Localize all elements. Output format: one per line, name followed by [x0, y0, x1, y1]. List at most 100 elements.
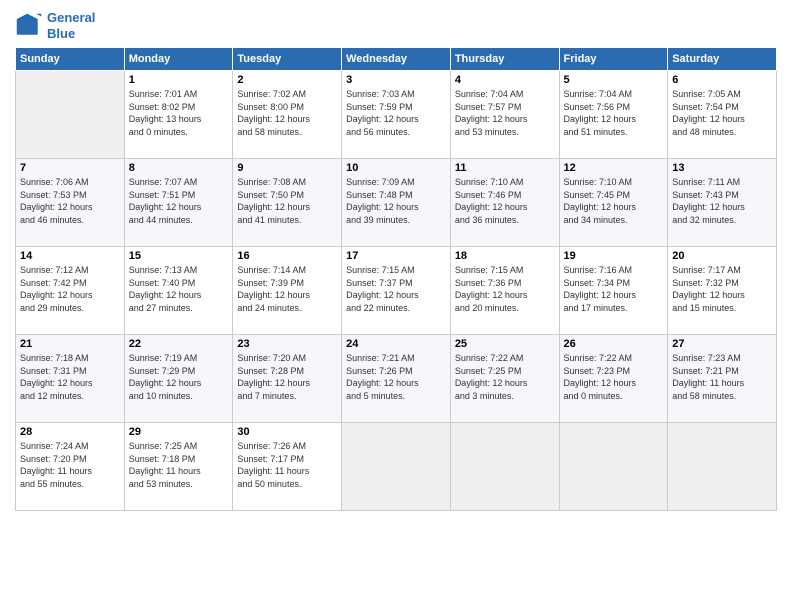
- day-info: Sunrise: 7:04 AM Sunset: 7:57 PM Dayligh…: [455, 88, 555, 138]
- day-cell: [559, 423, 668, 511]
- day-info: Sunrise: 7:13 AM Sunset: 7:40 PM Dayligh…: [129, 264, 229, 314]
- day-number: 4: [455, 74, 555, 86]
- day-cell: 30 Sunrise: 7:26 AM Sunset: 7:17 PM Dayli…: [233, 423, 342, 511]
- day-cell: 16Sunrise: 7:14 AM Sunset: 7:39 PM Dayli…: [233, 247, 342, 335]
- day-info: Sunrise: 7:08 AM Sunset: 7:50 PM Dayligh…: [237, 176, 337, 226]
- logo-icon: [15, 12, 43, 40]
- day-cell: 24 Sunrise: 7:21 AM Sunset: 7:26 PM Dayli…: [342, 335, 451, 423]
- day-cell: 10Sunrise: 7:09 AM Sunset: 7:48 PM Dayli…: [342, 159, 451, 247]
- day-number: 22: [129, 338, 229, 350]
- day-number: 9: [237, 162, 337, 174]
- column-header-sunday: Sunday: [16, 48, 125, 71]
- day-cell: 13 Sunrise: 7:11 AM Sunset: 7:43 PM Dayli…: [668, 159, 777, 247]
- day-cell: [342, 423, 451, 511]
- day-number: 23: [237, 338, 337, 350]
- column-header-tuesday: Tuesday: [233, 48, 342, 71]
- day-info: Sunrise: 7:24 AM Sunset: 7:20 PM Dayligh…: [20, 440, 120, 490]
- calendar-body: 1Sunrise: 7:01 AM Sunset: 8:02 PM Daylig…: [16, 71, 777, 511]
- day-cell: [668, 423, 777, 511]
- day-info: Sunrise: 7:22 AM Sunset: 7:25 PM Dayligh…: [455, 352, 555, 402]
- day-info: Sunrise: 7:12 AM Sunset: 7:42 PM Dayligh…: [20, 264, 120, 314]
- day-info: Sunrise: 7:18 AM Sunset: 7:31 PM Dayligh…: [20, 352, 120, 402]
- day-cell: 15 Sunrise: 7:13 AM Sunset: 7:40 PM Dayli…: [124, 247, 233, 335]
- day-number: 26: [564, 338, 664, 350]
- day-info: Sunrise: 7:05 AM Sunset: 7:54 PM Dayligh…: [672, 88, 772, 138]
- day-cell: 12 Sunrise: 7:10 AM Sunset: 7:45 PM Dayli…: [559, 159, 668, 247]
- day-number: 30: [237, 426, 337, 438]
- day-number: 5: [564, 74, 664, 86]
- day-info: Sunrise: 7:26 AM Sunset: 7:17 PM Dayligh…: [237, 440, 337, 490]
- day-info: Sunrise: 7:20 AM Sunset: 7:28 PM Dayligh…: [237, 352, 337, 402]
- day-info: Sunrise: 7:10 AM Sunset: 7:46 PM Dayligh…: [455, 176, 555, 226]
- day-number: 24: [346, 338, 446, 350]
- week-row-4: 21 Sunrise: 7:18 AM Sunset: 7:31 PM Dayli…: [16, 335, 777, 423]
- week-row-1: 1Sunrise: 7:01 AM Sunset: 8:02 PM Daylig…: [16, 71, 777, 159]
- day-cell: 4 Sunrise: 7:04 AM Sunset: 7:57 PM Daylig…: [450, 71, 559, 159]
- day-cell: 1Sunrise: 7:01 AM Sunset: 8:02 PM Daylig…: [124, 71, 233, 159]
- day-cell: 11 Sunrise: 7:10 AM Sunset: 7:46 PM Dayli…: [450, 159, 559, 247]
- day-cell: 9 Sunrise: 7:08 AM Sunset: 7:50 PM Daylig…: [233, 159, 342, 247]
- day-info: Sunrise: 7:22 AM Sunset: 7:23 PM Dayligh…: [564, 352, 664, 402]
- day-info: Sunrise: 7:07 AM Sunset: 7:51 PM Dayligh…: [129, 176, 229, 226]
- day-info: Sunrise: 7:17 AM Sunset: 7:32 PM Dayligh…: [672, 264, 772, 314]
- day-number: 11: [455, 162, 555, 174]
- day-cell: 14 Sunrise: 7:12 AM Sunset: 7:42 PM Dayli…: [16, 247, 125, 335]
- day-number: 27: [672, 338, 772, 350]
- day-cell: 27 Sunrise: 7:23 AM Sunset: 7:21 PM Dayli…: [668, 335, 777, 423]
- day-number: 21: [20, 338, 120, 350]
- day-info: Sunrise: 7:15 AM Sunset: 7:37 PM Dayligh…: [346, 264, 446, 314]
- day-cell: 20 Sunrise: 7:17 AM Sunset: 7:32 PM Dayli…: [668, 247, 777, 335]
- day-cell: 5 Sunrise: 7:04 AM Sunset: 7:56 PM Daylig…: [559, 71, 668, 159]
- day-number: 3: [346, 74, 446, 86]
- day-number: 14: [20, 250, 120, 262]
- day-number: 10: [346, 162, 446, 174]
- day-number: 8: [129, 162, 229, 174]
- day-info: Sunrise: 7:03 AM Sunset: 7:59 PM Dayligh…: [346, 88, 446, 138]
- column-header-saturday: Saturday: [668, 48, 777, 71]
- logo-text: GeneralBlue: [47, 10, 95, 41]
- day-info: Sunrise: 7:25 AM Sunset: 7:18 PM Dayligh…: [129, 440, 229, 490]
- day-info: Sunrise: 7:21 AM Sunset: 7:26 PM Dayligh…: [346, 352, 446, 402]
- day-info: Sunrise: 7:02 AM Sunset: 8:00 PM Dayligh…: [237, 88, 337, 138]
- week-row-2: 7Sunrise: 7:06 AM Sunset: 7:53 PM Daylig…: [16, 159, 777, 247]
- page: GeneralBlue SundayMondayTuesdayWednesday…: [0, 0, 792, 612]
- day-number: 13: [672, 162, 772, 174]
- day-number: 18: [455, 250, 555, 262]
- day-number: 12: [564, 162, 664, 174]
- header: GeneralBlue: [15, 10, 777, 41]
- day-number: 16: [237, 250, 337, 262]
- week-row-5: 28 Sunrise: 7:24 AM Sunset: 7:20 PM Dayli…: [16, 423, 777, 511]
- day-info: Sunrise: 7:15 AM Sunset: 7:36 PM Dayligh…: [455, 264, 555, 314]
- day-info: Sunrise: 7:10 AM Sunset: 7:45 PM Dayligh…: [564, 176, 664, 226]
- day-number: 6: [672, 74, 772, 86]
- day-cell: 17Sunrise: 7:15 AM Sunset: 7:37 PM Dayli…: [342, 247, 451, 335]
- logo: GeneralBlue: [15, 10, 95, 41]
- week-row-3: 14 Sunrise: 7:12 AM Sunset: 7:42 PM Dayli…: [16, 247, 777, 335]
- day-cell: 28 Sunrise: 7:24 AM Sunset: 7:20 PM Dayli…: [16, 423, 125, 511]
- day-number: 25: [455, 338, 555, 350]
- day-cell: 25 Sunrise: 7:22 AM Sunset: 7:25 PM Dayli…: [450, 335, 559, 423]
- day-cell: 3 Sunrise: 7:03 AM Sunset: 7:59 PM Daylig…: [342, 71, 451, 159]
- day-number: 29: [129, 426, 229, 438]
- column-header-monday: Monday: [124, 48, 233, 71]
- day-cell: [16, 71, 125, 159]
- day-info: Sunrise: 7:01 AM Sunset: 8:02 PM Dayligh…: [129, 88, 229, 138]
- day-cell: 26 Sunrise: 7:22 AM Sunset: 7:23 PM Dayli…: [559, 335, 668, 423]
- day-cell: 19Sunrise: 7:16 AM Sunset: 7:34 PM Dayli…: [559, 247, 668, 335]
- day-cell: [450, 423, 559, 511]
- day-info: Sunrise: 7:16 AM Sunset: 7:34 PM Dayligh…: [564, 264, 664, 314]
- day-cell: 29 Sunrise: 7:25 AM Sunset: 7:18 PM Dayli…: [124, 423, 233, 511]
- column-header-wednesday: Wednesday: [342, 48, 451, 71]
- day-info: Sunrise: 7:23 AM Sunset: 7:21 PM Dayligh…: [672, 352, 772, 402]
- day-cell: 6 Sunrise: 7:05 AM Sunset: 7:54 PM Daylig…: [668, 71, 777, 159]
- day-number: 28: [20, 426, 120, 438]
- day-cell: 21 Sunrise: 7:18 AM Sunset: 7:31 PM Dayli…: [16, 335, 125, 423]
- day-cell: 23 Sunrise: 7:20 AM Sunset: 7:28 PM Dayli…: [233, 335, 342, 423]
- day-number: 20: [672, 250, 772, 262]
- column-header-friday: Friday: [559, 48, 668, 71]
- day-info: Sunrise: 7:11 AM Sunset: 7:43 PM Dayligh…: [672, 176, 772, 226]
- day-info: Sunrise: 7:04 AM Sunset: 7:56 PM Dayligh…: [564, 88, 664, 138]
- day-number: 15: [129, 250, 229, 262]
- day-info: Sunrise: 7:19 AM Sunset: 7:29 PM Dayligh…: [129, 352, 229, 402]
- day-cell: 7Sunrise: 7:06 AM Sunset: 7:53 PM Daylig…: [16, 159, 125, 247]
